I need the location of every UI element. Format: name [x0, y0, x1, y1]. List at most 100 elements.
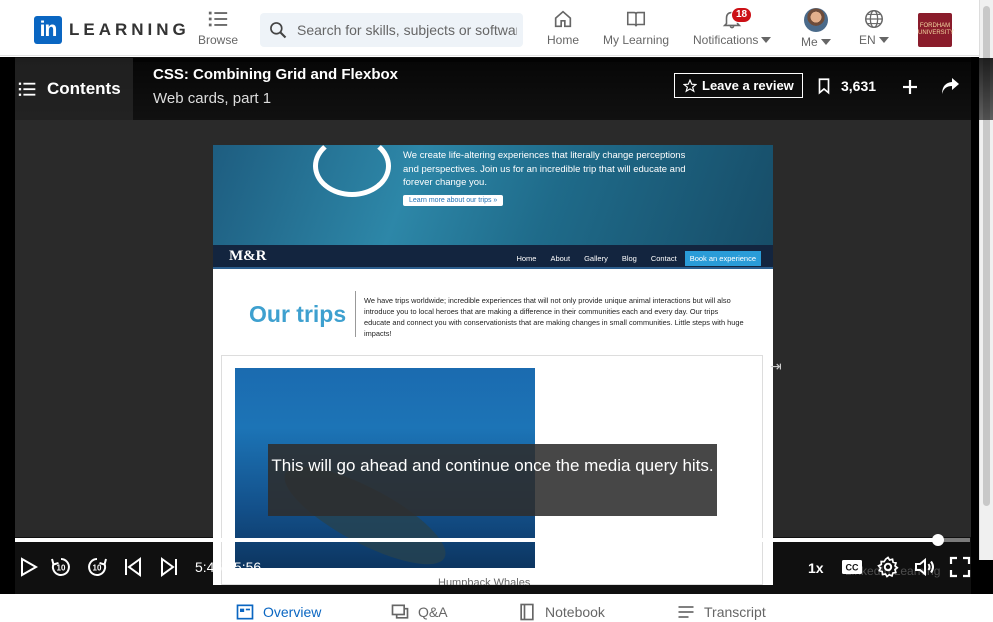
next-video-button[interactable]: [157, 555, 181, 579]
language-menu-button[interactable]: EN: [859, 8, 889, 47]
course-title: CSS: Combining Grid and Flexbox: [153, 66, 399, 83]
plus-icon: [903, 80, 917, 94]
tab-overview[interactable]: Overview: [235, 602, 321, 622]
site-link-about: About: [550, 254, 571, 263]
notebook-icon: [520, 603, 534, 621]
svg-text:10: 10: [93, 564, 102, 573]
organization-logo-text: FORDHAM UNIVERSITY: [918, 23, 955, 36]
playback-speed-button[interactable]: 1x: [808, 560, 824, 576]
fullscreen-icon: [949, 556, 971, 578]
tab-qa-label: Q&A: [418, 604, 448, 620]
site-hero-text: We create life-altering experiences that…: [403, 150, 686, 188]
share-icon: [942, 78, 959, 94]
me-menu-button[interactable]: Me: [801, 8, 831, 49]
closed-captions-label: CC: [846, 563, 859, 573]
gear-icon: [877, 556, 899, 578]
closed-captions-icon: CC: [842, 560, 862, 574]
avatar: [803, 8, 828, 32]
tab-notebook[interactable]: Notebook: [517, 602, 605, 622]
video-content-webpage: We create life-altering experiences that…: [213, 145, 773, 585]
me-label: Me: [801, 35, 818, 49]
transcript-icon: [678, 606, 694, 618]
volume-icon: [915, 557, 934, 577]
bookmark-icon: [818, 78, 830, 95]
volume-button[interactable]: [913, 555, 937, 579]
resize-handle-icon: ⇥: [770, 358, 782, 374]
site-link-blog: Blog: [621, 254, 637, 263]
fullscreen-button[interactable]: [948, 555, 972, 579]
leave-review-button[interactable]: Leave a review: [674, 73, 803, 98]
contents-button[interactable]: Contents: [15, 58, 133, 120]
site-hero-button: Learn more about our trips »: [403, 195, 504, 206]
notification-count-badge: 18: [731, 7, 753, 23]
leave-review-label: Leave a review: [702, 78, 794, 93]
saved-count: 3,631: [841, 78, 877, 94]
browse-label: Browse: [198, 33, 239, 47]
book-icon: [626, 11, 646, 27]
globe-icon: [864, 10, 883, 28]
home-nav-button[interactable]: Home: [547, 8, 579, 47]
progress-bar[interactable]: [15, 534, 970, 546]
previous-video-button[interactable]: [121, 555, 145, 579]
tab-qa[interactable]: Q&A: [390, 602, 448, 622]
chevron-down-icon: [820, 39, 831, 45]
search-box[interactable]: [260, 13, 523, 47]
share-button[interactable]: [938, 75, 962, 99]
closed-caption: This will go ahead and continue once the…: [268, 444, 717, 516]
time-display: 5:45 / 5:56: [195, 559, 262, 575]
site-links: Home About Gallery Blog Contact Book an …: [516, 251, 761, 266]
site-cta-button: Book an experience: [684, 251, 761, 266]
browse-button[interactable]: Browse: [198, 8, 238, 47]
notifications-label: Notifications: [693, 33, 759, 47]
player-letterbox-left: [0, 57, 15, 594]
home-label: Home: [547, 33, 580, 47]
my-learning-label: My Learning: [603, 33, 670, 47]
save-course-button[interactable]: 3,631: [815, 76, 876, 96]
search-icon: [270, 22, 287, 39]
browse-icon: [208, 11, 228, 27]
play-button[interactable]: [16, 555, 40, 579]
home-icon: [554, 10, 572, 28]
tab-transcript[interactable]: Transcript: [676, 602, 766, 622]
rewind-10-button[interactable]: 10: [49, 555, 73, 579]
organization-logo[interactable]: FORDHAM UNIVERSITY: [918, 13, 955, 47]
svg-text:10: 10: [57, 564, 66, 573]
contents-label: Contents: [47, 79, 121, 98]
chevron-down-icon: [878, 37, 889, 43]
add-to-collection-button[interactable]: [898, 75, 922, 99]
forward-10-icon: 10: [88, 558, 107, 576]
progress-fill: [15, 538, 939, 542]
tab-notebook-label: Notebook: [545, 604, 605, 620]
site-link-contact: Contact: [650, 254, 677, 263]
site-trips-intro: We have trips worldwide; incredible expe…: [364, 296, 744, 338]
language-label: EN: [859, 33, 876, 47]
star-icon: [683, 78, 697, 93]
closed-captions-button[interactable]: CC: [840, 555, 864, 579]
notifications-nav-button[interactable]: 18 Notifications: [693, 7, 772, 47]
logo-wordmark: LEARNING: [69, 20, 190, 39]
forward-10-button[interactable]: 10: [85, 555, 109, 579]
site-trips-heading: Our trips: [249, 301, 347, 327]
linkedin-learning-logo[interactable]: in LEARNING: [34, 16, 190, 44]
search-input[interactable]: [297, 22, 517, 38]
settings-button[interactable]: [876, 555, 900, 579]
top-nav: in LEARNING Browse Home My Learning 18 N…: [0, 0, 993, 56]
play-icon: [21, 557, 39, 577]
site-nav: M&R Home About Gallery Blog Contact Book…: [213, 245, 773, 269]
rewind-10-icon: 10: [51, 558, 70, 576]
divider: [355, 291, 356, 337]
site-link-home: Home: [516, 254, 537, 263]
qa-icon: [391, 604, 409, 619]
tab-transcript-label: Transcript: [704, 604, 766, 620]
video-title: Web cards, part 1: [153, 90, 272, 107]
site-hero: We create life-altering experiences that…: [213, 145, 773, 245]
list-icon: [18, 82, 36, 96]
chevron-down-icon: [761, 37, 772, 43]
site-link-gallery: Gallery: [584, 254, 608, 263]
site-hero-logo-mark: [313, 145, 391, 197]
skip-previous-icon: [125, 557, 141, 577]
site-logo: M&R: [229, 248, 267, 264]
site-card-caption: Humpback Whales: [438, 577, 531, 585]
overview-icon: [236, 604, 254, 620]
my-learning-nav-button[interactable]: My Learning: [603, 8, 669, 47]
